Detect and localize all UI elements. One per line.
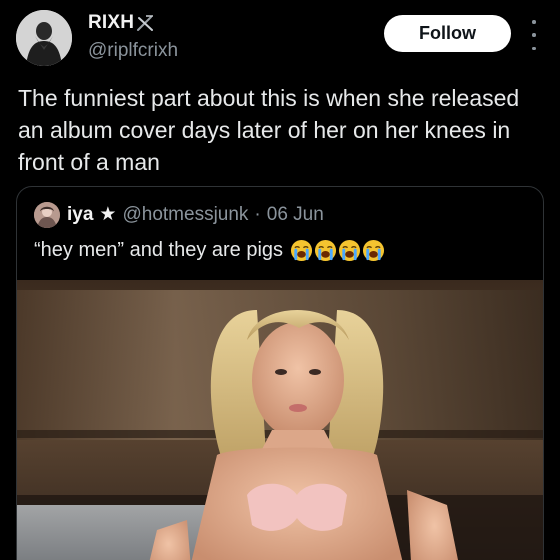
quoted-post-meta: iya ★ @hotmessjunk · 06 Jun	[67, 203, 324, 226]
loudly-crying-face-icon	[338, 239, 361, 262]
emoji-group	[290, 239, 385, 262]
post: RIXH @riplfcrixh Follow The funniest par…	[0, 0, 560, 560]
quoted-avatar-icon	[34, 202, 60, 228]
photo-thumbnail	[17, 280, 543, 560]
author-display-name[interactable]: RIXH	[88, 12, 154, 34]
quoted-post-photo[interactable]	[17, 280, 543, 560]
loudly-crying-face-icon	[314, 239, 337, 262]
quoted-author-name[interactable]: iya	[67, 204, 93, 226]
quoted-post-text: “hey men” and they are pigs	[34, 239, 284, 261]
more-vertical-icon[interactable]	[528, 20, 540, 50]
quoted-author-handle[interactable]: @hotmessjunk	[122, 204, 248, 226]
meta-separator: ·	[254, 203, 261, 225]
author-avatar[interactable]	[16, 10, 72, 66]
quoted-post[interactable]: iya ★ @hotmessjunk · 06 Jun “hey men” an…	[16, 186, 544, 560]
quoted-post-text-row: “hey men” and they are pigs	[34, 239, 385, 262]
person-avatar-icon	[16, 10, 72, 66]
loudly-crying-face-icon	[290, 239, 313, 262]
author-handle[interactable]: @riplfcrixh	[88, 40, 178, 62]
more-dot	[532, 20, 536, 24]
quoted-author-avatar[interactable]	[34, 202, 60, 228]
follow-button[interactable]: Follow	[384, 15, 511, 52]
author-name-text: RIXH	[88, 12, 135, 33]
quoted-post-date[interactable]: 06 Jun	[267, 204, 324, 226]
post-text: The funniest part about this is when she…	[18, 85, 520, 175]
crossed-swords-icon	[137, 15, 154, 31]
more-dot	[532, 33, 536, 37]
more-dot	[532, 46, 536, 50]
star-icon: ★	[99, 204, 117, 225]
loudly-crying-face-icon	[362, 239, 385, 262]
